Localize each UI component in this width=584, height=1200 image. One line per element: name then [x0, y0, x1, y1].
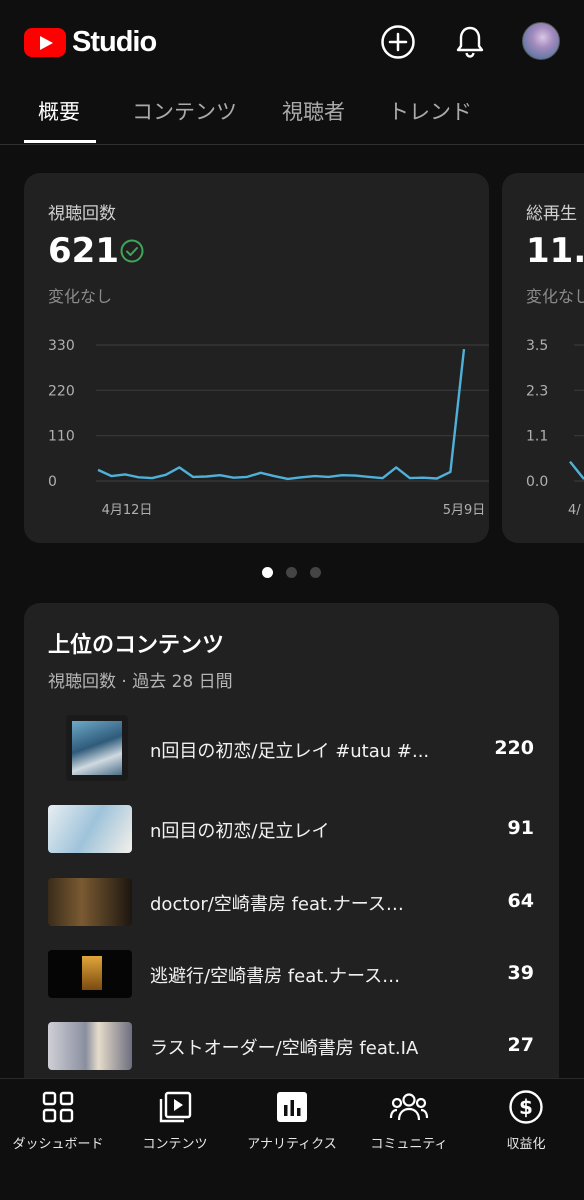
y-tick-label: 110	[48, 429, 75, 445]
content-row[interactable]: ラストオーダー/空崎書房 feat.IA 27	[24, 1020, 558, 1084]
tab-overview[interactable]: 概要	[38, 96, 80, 126]
watch-time-value: 11.8	[526, 231, 584, 271]
check-circle-icon	[120, 239, 144, 263]
video-views: 27	[507, 1034, 534, 1056]
video-title: 逃避行/空崎書房 feat.ナース…	[150, 966, 401, 987]
nav-monetization[interactable]: $ 収益化	[468, 1087, 584, 1152]
svg-text:$: $	[519, 1095, 533, 1119]
nav-dashboard[interactable]: ダッシュボード	[0, 1087, 116, 1152]
content-row[interactable]: n回目の初恋/足立レイ 91	[24, 803, 558, 867]
y-tick-label: 0.0	[526, 474, 548, 490]
nav-analytics[interactable]: アナリティクス	[234, 1087, 350, 1152]
top-content-title: 上位のコンテンツ	[48, 633, 225, 658]
views-card[interactable]: 視聴回数 621 変化なし 330 220 110 0 4月12日 5月9日	[24, 173, 489, 543]
content-row[interactable]: n回目の初恋/足立レイ #utau #... 220	[24, 715, 558, 781]
video-views: 64	[507, 890, 534, 912]
nav-content-label: コンテンツ	[142, 1137, 208, 1152]
nav-content[interactable]: コンテンツ	[117, 1087, 233, 1152]
analytics-icon	[277, 1092, 307, 1122]
logo-text: Studio	[72, 26, 157, 58]
monetization-icon: $	[509, 1090, 543, 1124]
nav-dashboard-label: ダッシュボード	[12, 1137, 104, 1152]
pager-dot-3[interactable]	[310, 567, 321, 578]
content-row[interactable]: doctor/空崎書房 feat.ナース… 64	[24, 876, 558, 940]
card-pager	[0, 567, 584, 581]
video-thumbnail	[48, 950, 132, 998]
y-tick-label: 3.5	[526, 338, 548, 354]
watch-time-card[interactable]: 総再生 11.8 変化なし 3.5 2.3 1.1 0.0 4/	[502, 173, 584, 543]
watch-time-line-chart: 3.5 2.3 1.1 0.0 4/	[526, 338, 584, 518]
bottom-navigation: ダッシュボード コンテンツ アナリティクス コミュニティ $ 収益化	[0, 1078, 584, 1200]
views-label: 視聴回数	[48, 204, 116, 224]
video-title: ラストオーダー/空崎書房 feat.IA	[150, 1038, 419, 1059]
community-icon	[389, 1093, 429, 1121]
tab-trends[interactable]: トレンド	[388, 96, 472, 126]
nav-analytics-label: アナリティクス	[247, 1137, 337, 1152]
section-tabs: 概要 コンテンツ 視聴者 トレンド	[0, 84, 584, 145]
x-tick-label: 4/	[568, 503, 581, 518]
tab-audience[interactable]: 視聴者	[282, 96, 345, 126]
y-tick-label: 330	[48, 338, 75, 354]
y-tick-label: 220	[48, 383, 75, 399]
top-content-subtitle: 視聴回数 · 過去 28 日間	[48, 672, 233, 692]
views-value: 621	[48, 231, 119, 271]
create-button[interactable]	[378, 22, 418, 62]
nav-monetization-label: 収益化	[506, 1137, 546, 1152]
video-title: n回目の初恋/足立レイ	[150, 821, 330, 842]
series-line	[97, 348, 466, 481]
video-thumbnail	[48, 805, 132, 853]
bell-icon	[456, 26, 484, 58]
content-icon	[159, 1091, 192, 1123]
video-title: doctor/空崎書房 feat.ナース…	[150, 894, 404, 915]
account-avatar[interactable]	[522, 22, 560, 60]
app-header: Studio	[0, 0, 584, 84]
notifications-button[interactable]	[450, 22, 490, 62]
tab-content[interactable]: コンテンツ	[132, 96, 237, 126]
views-line-chart: 330 220 110 0 4月12日 5月9日	[48, 338, 489, 518]
series-line	[569, 460, 584, 480]
y-tick-label: 1.1	[526, 429, 548, 445]
video-views: 220	[494, 737, 534, 759]
video-views: 91	[507, 817, 534, 839]
dashboard-icon	[42, 1091, 74, 1123]
video-thumbnail	[48, 878, 132, 926]
active-tab-indicator	[24, 140, 96, 143]
nav-community[interactable]: コミュニティ	[351, 1087, 467, 1152]
pager-dot-2[interactable]	[286, 567, 297, 578]
video-title: n回目の初恋/足立レイ #utau #...	[150, 741, 430, 762]
watch-time-change: 変化なし	[526, 287, 584, 306]
top-content-card: 上位のコンテンツ 視聴回数 · 過去 28 日間 n回目の初恋/足立レイ #ut…	[24, 603, 559, 1123]
x-tick-label: 4月12日	[102, 503, 153, 518]
y-tick-label: 2.3	[526, 383, 548, 399]
content-row[interactable]: 逃避行/空崎書房 feat.ナース… 39	[24, 948, 558, 1012]
watch-time-label: 総再生	[526, 204, 577, 224]
plus-circle-icon	[381, 25, 415, 59]
video-views: 39	[507, 962, 534, 984]
video-thumbnail	[66, 715, 128, 781]
video-thumbnail	[48, 1022, 132, 1070]
nav-community-label: コミュニティ	[370, 1137, 448, 1152]
x-tick-label: 5月9日	[443, 503, 486, 518]
youtube-logo-icon	[24, 28, 66, 57]
y-tick-label: 0	[48, 474, 57, 490]
studio-logo[interactable]: Studio	[24, 26, 157, 59]
views-change: 変化なし	[48, 287, 113, 306]
youtube-studio-app: Studio 概要 コンテンツ 視聴者 トレンド 視聴回数 621 変化なし 3…	[0, 0, 584, 1200]
pager-dot-1[interactable]	[262, 567, 273, 578]
